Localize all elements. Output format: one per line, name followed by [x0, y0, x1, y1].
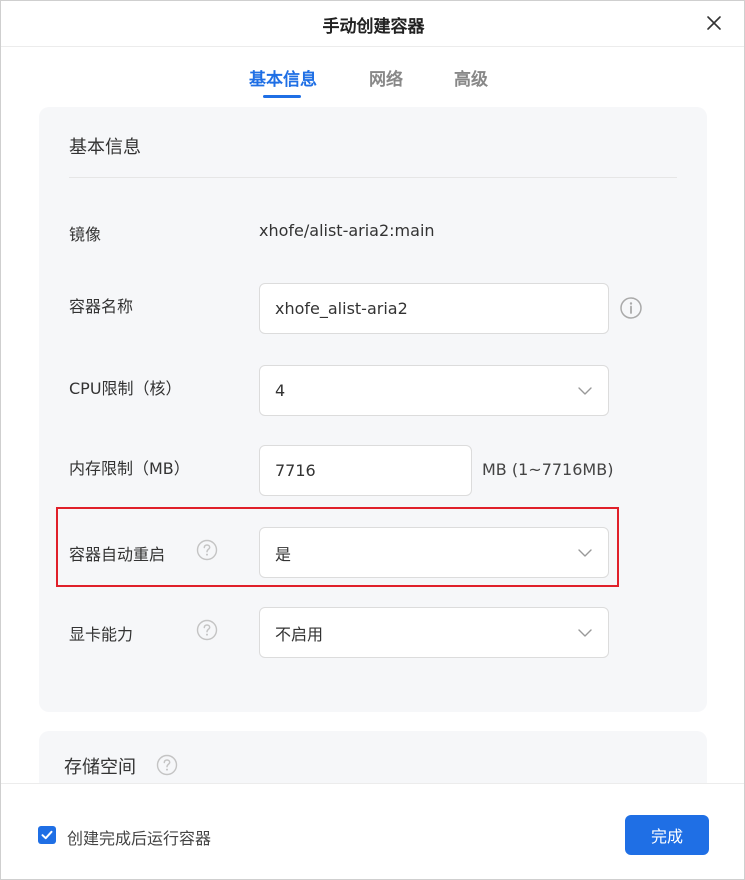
divider: [69, 177, 677, 178]
dialog-body[interactable]: 基本信息 镜像 xhofe/alist-aria2:main 容器名称 xhof…: [1, 103, 744, 783]
auto-restart-select[interactable]: 是: [259, 527, 609, 578]
cpu-limit-value: 4: [275, 381, 286, 400]
info-icon[interactable]: [619, 296, 643, 320]
run-after-create-label[interactable]: 创建完成后运行容器: [67, 825, 211, 849]
title-bar: 手动创建容器: [1, 1, 744, 47]
container-name-input[interactable]: xhofe_alist-aria2: [259, 283, 609, 334]
cpu-limit-label: CPU限制（核）: [69, 379, 182, 398]
storage-title: 存储空间: [64, 757, 136, 778]
tab-basic-info-label: 基本信息: [249, 70, 317, 90]
help-icon[interactable]: [196, 539, 218, 561]
memory-limit-input[interactable]: 7716: [259, 445, 472, 496]
help-icon[interactable]: [156, 754, 178, 776]
run-after-create-checkbox[interactable]: [38, 826, 56, 844]
cpu-limit-select[interactable]: 4: [259, 365, 609, 416]
dialog-footer: 创建完成后运行容器 完成: [1, 783, 744, 879]
tab-advanced[interactable]: 高级: [454, 65, 488, 90]
memory-limit-label: 内存限制（MB）: [69, 459, 190, 478]
done-button[interactable]: 完成: [625, 815, 709, 855]
auto-restart-value: 是: [275, 544, 292, 564]
tab-network-label: 网络: [369, 70, 403, 90]
gpu-capability-value: 不启用: [275, 624, 324, 644]
gpu-capability-select[interactable]: 不启用: [259, 607, 609, 658]
close-icon[interactable]: [704, 13, 724, 33]
tab-network[interactable]: 网络: [369, 65, 403, 90]
basic-info-title: 基本信息: [69, 137, 141, 158]
image-value: xhofe/alist-aria2:main: [259, 221, 435, 240]
auto-restart-label: 容器自动重启: [69, 545, 166, 564]
storage-card: 存储空间: [39, 731, 707, 783]
basic-info-card: 基本信息 镜像 xhofe/alist-aria2:main 容器名称 xhof…: [39, 107, 707, 712]
image-label: 镜像: [69, 225, 102, 244]
container-name-label: 容器名称: [69, 297, 134, 316]
chevron-down-icon: [578, 386, 592, 395]
memory-limit-value: 7716: [275, 461, 316, 480]
help-icon[interactable]: [196, 619, 218, 641]
tab-bar: 基本信息 网络 高级: [1, 47, 744, 103]
dialog-title: 手动创建容器: [322, 17, 425, 37]
tab-basic-info[interactable]: 基本信息: [249, 65, 317, 98]
gpu-capability-label: 显卡能力: [69, 625, 134, 644]
create-container-dialog: 手动创建容器 基本信息 网络 高级 基本信息 镜像 xhofe/alist-ar…: [0, 0, 745, 880]
chevron-down-icon: [578, 628, 592, 637]
tab-advanced-label: 高级: [454, 70, 488, 90]
memory-range-hint: MB (1~7716MB): [482, 460, 614, 479]
container-name-value: xhofe_alist-aria2: [275, 299, 408, 318]
checkmark-icon: [41, 830, 53, 840]
chevron-down-icon: [578, 548, 592, 557]
active-tab-indicator: [263, 95, 301, 98]
